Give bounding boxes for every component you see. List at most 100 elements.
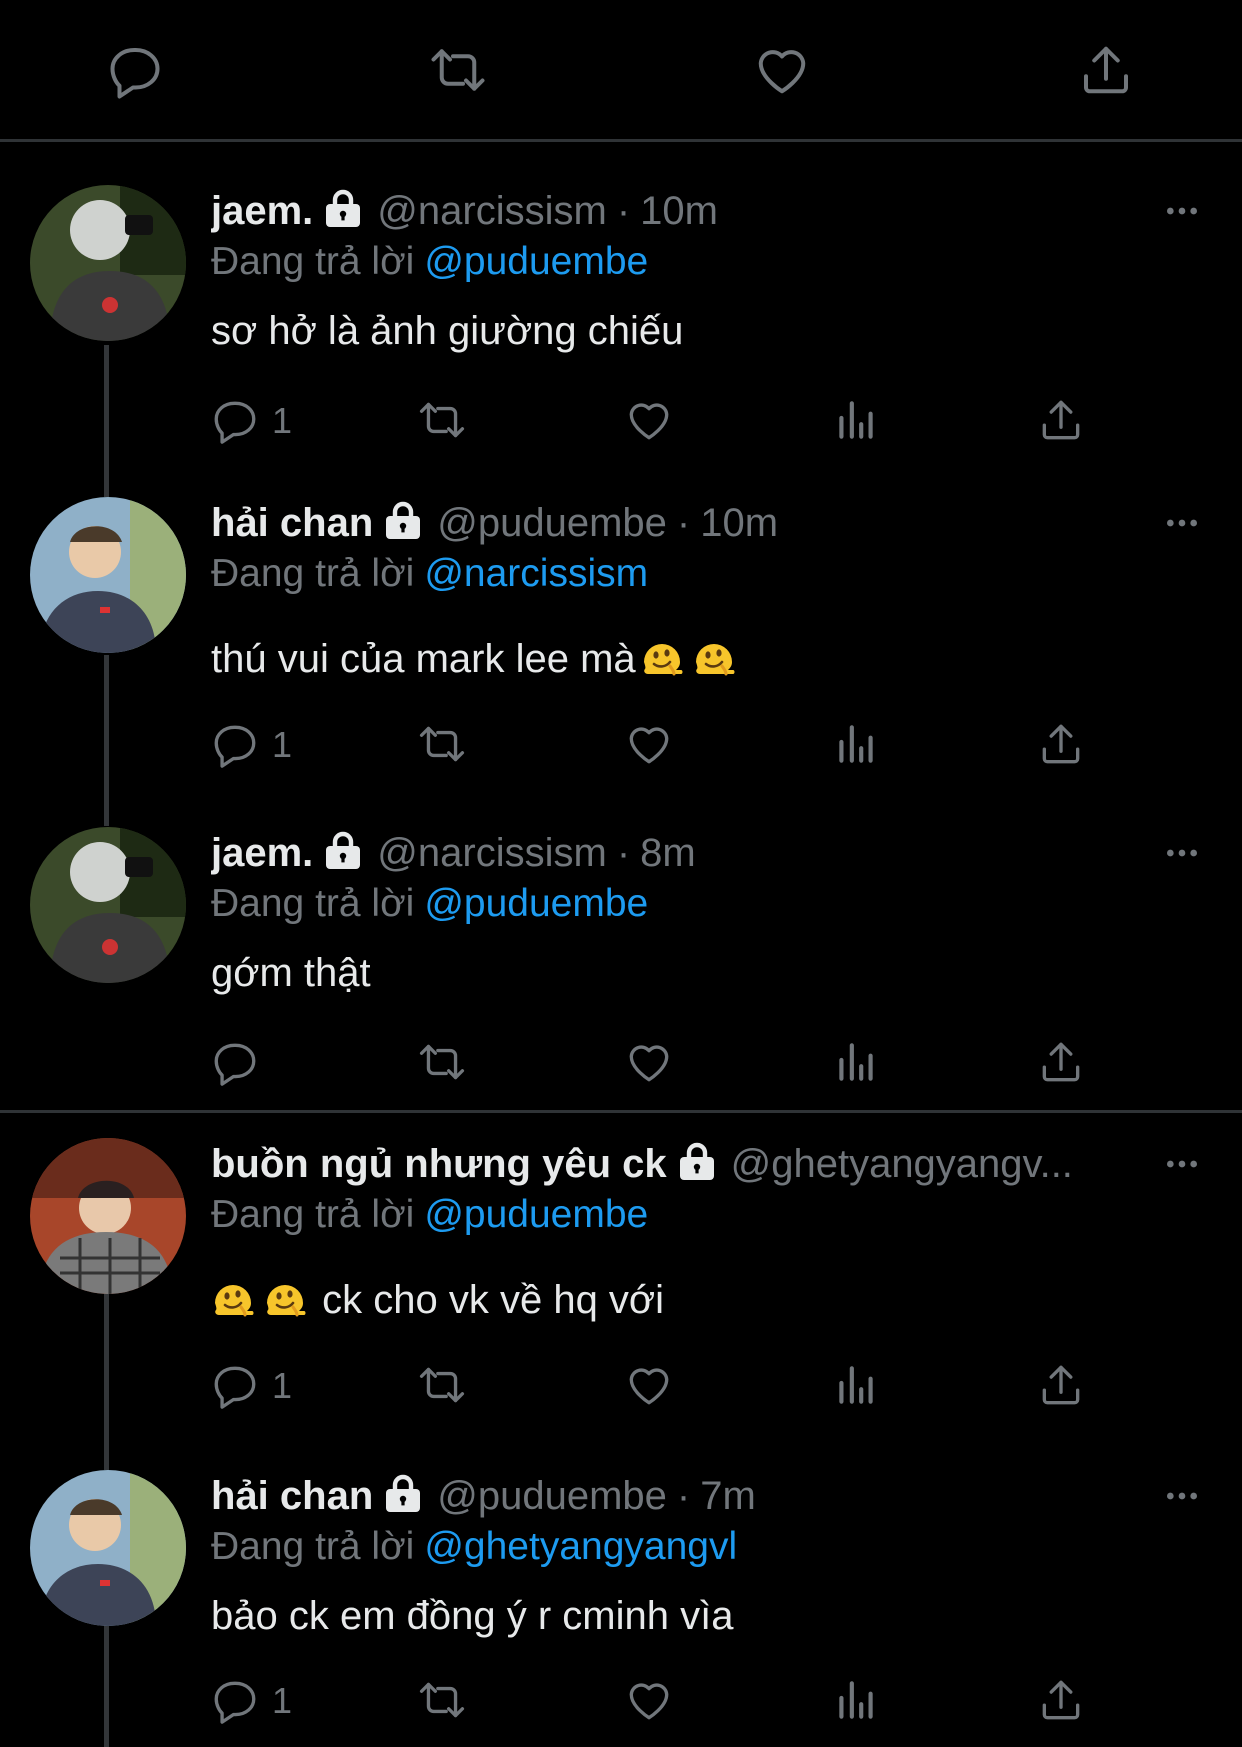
reply-button[interactable] — [210, 1037, 260, 1093]
tweet-text: bảo ck em đồng ý r cminh vìa — [211, 1590, 733, 1642]
lock-icon — [323, 187, 363, 229]
separator: · — [676, 1474, 691, 1518]
tweet-text-content: sơ hở là ảnh giường chiếu — [211, 309, 684, 353]
top-action-bar — [0, 0, 1242, 142]
avatar[interactable] — [30, 497, 186, 653]
tweet-text: sơ hở là ảnh giường chiếu — [211, 305, 683, 357]
views-button[interactable] — [831, 395, 881, 451]
tweet-text: ck cho vk về hq với — [211, 1274, 664, 1326]
like-button[interactable] — [624, 1360, 674, 1416]
tweet-actions: 1 — [0, 395, 1242, 451]
more-options-icon[interactable] — [1162, 1476, 1202, 1516]
more-options-icon[interactable] — [1162, 503, 1202, 543]
reply-count: 1 — [272, 724, 293, 765]
retweet-button[interactable] — [417, 395, 467, 451]
tweet-text-content: ck cho vk về hq với — [322, 1278, 665, 1322]
share-button[interactable] — [1036, 1360, 1086, 1416]
retweet-button[interactable] — [417, 1675, 467, 1731]
replying-label: Đang trả lời — [211, 882, 415, 925]
avatar[interactable] — [30, 827, 186, 983]
melting-face-emoji — [263, 1277, 307, 1321]
tweet-header: jaem. @narcissism · 10m — [211, 185, 1132, 237]
share-button[interactable] — [1036, 719, 1086, 775]
timestamp[interactable]: 10m — [640, 189, 718, 233]
replying-label: Đang trả lời — [211, 240, 415, 283]
retweet-button[interactable] — [417, 719, 467, 775]
separator: · — [616, 189, 631, 233]
replying-label: Đang trả lời — [211, 552, 415, 595]
views-button[interactable] — [831, 1675, 881, 1731]
more-options-icon[interactable] — [1162, 1144, 1202, 1184]
replying-label: Đang trả lời — [211, 1193, 415, 1236]
tweet-header: hải chan @puduembe · 10m — [211, 497, 1132, 549]
like-button[interactable] — [624, 1675, 674, 1731]
tweet-text: gớm thật — [211, 947, 371, 999]
reply-button[interactable]: 1 — [210, 1360, 292, 1416]
display-name[interactable]: jaem. — [211, 189, 313, 233]
tweet-actions: 1 — [0, 719, 1242, 775]
like-button[interactable] — [624, 719, 674, 775]
share-button[interactable] — [1036, 1037, 1086, 1093]
avatar[interactable] — [30, 1470, 186, 1626]
display-name[interactable]: hải chan — [211, 501, 373, 545]
share-button[interactable] — [1036, 395, 1086, 451]
like-button[interactable] — [624, 1037, 674, 1093]
avatar[interactable] — [30, 1138, 186, 1294]
conversation-divider — [0, 1110, 1242, 1113]
retweet-button[interactable] — [417, 1037, 467, 1093]
replying-mention[interactable]: @ghetyangyangvl — [424, 1525, 737, 1568]
replying-mention[interactable]: @puduembe — [424, 882, 648, 925]
handle[interactable]: @puduembe — [437, 1474, 667, 1518]
tweet-text: thú vui của mark lee mà — [211, 633, 740, 685]
like-button[interactable] — [624, 395, 674, 451]
melting-face-emoji — [640, 636, 684, 680]
replying-mention[interactable]: @puduembe — [424, 240, 648, 283]
handle[interactable]: @puduembe — [437, 501, 667, 545]
views-button[interactable] — [831, 719, 881, 775]
reply-button[interactable]: 1 — [210, 719, 292, 775]
tweet-text-content: gớm thật — [211, 951, 371, 995]
tweet-header: jaem. @narcissism · 8m — [211, 827, 1132, 879]
avatar[interactable] — [30, 185, 186, 341]
tweet-header: buồn ngủ nhưng yêu ck @ghetyangyangv... — [211, 1138, 1142, 1190]
retweet-button[interactable] — [417, 1360, 467, 1416]
replying-mention[interactable]: @puduembe — [424, 1193, 648, 1236]
views-button[interactable] — [831, 1037, 881, 1093]
share-button[interactable] — [1036, 1675, 1086, 1731]
tweet-text-content: thú vui của mark lee mà — [211, 637, 636, 681]
replying-to: Đang trả lời @puduembe — [211, 879, 648, 929]
melting-face-emoji — [692, 636, 736, 680]
handle[interactable]: @narcissism — [377, 189, 607, 233]
replying-to: Đang trả lời @puduembe — [211, 1190, 648, 1240]
timestamp[interactable]: 8m — [640, 831, 696, 875]
lock-icon — [677, 1140, 717, 1182]
more-options-icon[interactable] — [1162, 833, 1202, 873]
separator: · — [676, 501, 691, 545]
handle[interactable]: @ghetyangyangv... — [731, 1142, 1073, 1186]
retweet-icon[interactable] — [428, 40, 488, 100]
like-icon[interactable] — [752, 40, 812, 100]
tweet-actions — [0, 1037, 1242, 1093]
tweet-actions: 1 — [0, 1675, 1242, 1731]
display-name[interactable]: buồn ngủ nhưng yêu ck — [211, 1142, 667, 1186]
timestamp[interactable]: 10m — [700, 501, 778, 545]
reply-button[interactable]: 1 — [210, 395, 292, 451]
reply-count: 1 — [272, 400, 293, 441]
replying-to: Đang trả lời @narcissism — [211, 549, 648, 599]
views-button[interactable] — [831, 1360, 881, 1416]
replying-mention[interactable]: @narcissism — [424, 552, 648, 595]
reply-count: 1 — [272, 1680, 293, 1721]
display-name[interactable]: jaem. — [211, 831, 313, 875]
replying-to: Đang trả lời @ghetyangyangvl — [211, 1522, 737, 1572]
reply-count: 1 — [272, 1365, 293, 1406]
lock-icon — [323, 829, 363, 871]
handle[interactable]: @narcissism — [377, 831, 607, 875]
tweet-header: hải chan @puduembe · 7m — [211, 1470, 1132, 1522]
timestamp[interactable]: 7m — [700, 1474, 756, 1518]
more-options-icon[interactable] — [1162, 191, 1202, 231]
reply-button[interactable]: 1 — [210, 1675, 292, 1731]
display-name[interactable]: hải chan — [211, 1474, 373, 1518]
tweet-text-content: bảo ck em đồng ý r cminh vìa — [211, 1594, 734, 1638]
reply-icon[interactable] — [105, 40, 165, 100]
share-icon[interactable] — [1076, 40, 1136, 100]
